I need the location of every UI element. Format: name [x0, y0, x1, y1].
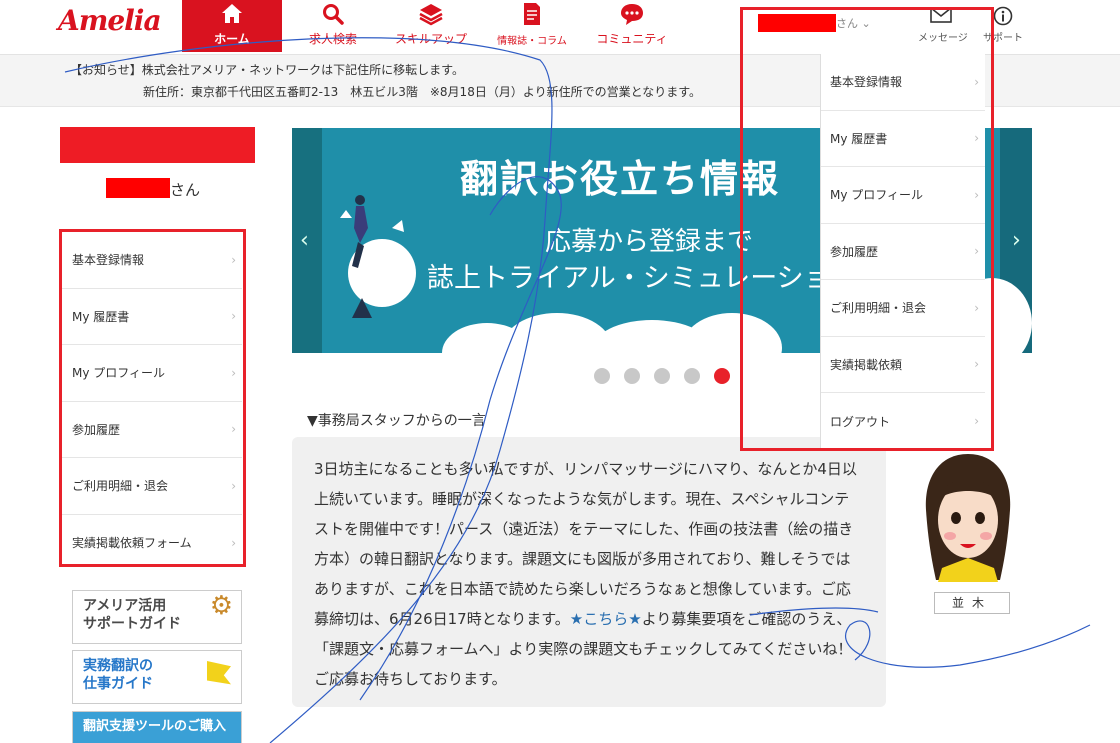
sidebar-item-label: My 履歴書	[72, 309, 130, 324]
chevron-right-icon: ›	[974, 74, 979, 89]
nav-home[interactable]: ホーム	[182, 0, 282, 52]
sidebar-item-my-profile[interactable]: My プロフィール ›	[62, 345, 242, 402]
carousel-dots	[594, 368, 730, 384]
carousel-next-button[interactable]: ›	[1012, 228, 1021, 253]
staff-avatar	[925, 454, 1011, 582]
sidebar-item-label: ご利用明細・退会	[72, 479, 169, 494]
layers-icon	[388, 2, 474, 28]
dropdown-item-label: My プロフィール	[830, 188, 924, 203]
redacted-sidebar-banner	[60, 127, 255, 163]
dropdown-item-label: 参加履歴	[830, 244, 879, 259]
staff-message-text: 3日坊主になることも多い私ですが、リンパマッサージにハマり、なんとか4日以上続い…	[314, 460, 857, 628]
nav-skillup[interactable]: スキルアップ	[388, 0, 474, 52]
sidebar-item-label: 基本登録情報	[72, 253, 145, 268]
staff-message-box: 3日坊主になることも多い私ですが、リンパマッサージにハマり、なんとか4日以上続い…	[292, 437, 886, 707]
chevron-right-icon: ›	[974, 414, 979, 429]
dropdown-item-label: 基本登録情報	[830, 75, 903, 90]
notice-line-2: 新住所：東京都千代田区五番町2-13 林五ビル3階 ※8月18日（月）より新住所…	[143, 85, 702, 99]
sidebar-item-history[interactable]: 参加履歴 ›	[62, 402, 242, 458]
banner-subtitle-1: 応募から登録まで	[545, 227, 754, 257]
dropdown-item-results[interactable]: 実績掲載依頼 ›	[821, 337, 985, 393]
chevron-right-icon: ›	[974, 300, 979, 315]
chevron-right-icon: ›	[974, 357, 979, 372]
support-guide-banner[interactable]: アメリア活用 サポートガイド ⚙	[72, 590, 242, 644]
user-menu-toggle[interactable]: さん ⌄	[836, 15, 871, 31]
chevron-right-icon: ›	[231, 309, 236, 324]
staff-name-tag: 並木	[934, 592, 1010, 614]
carousel-prev-button[interactable]: ‹	[300, 228, 309, 253]
user-suffix: さん	[836, 17, 858, 30]
climbing-figure-illustration	[340, 195, 416, 318]
sidebar-user-suffix: さん	[170, 181, 201, 199]
carousel-dot-4[interactable]	[684, 368, 700, 384]
guide-line: 翻訳支援ツールのご購入	[83, 719, 227, 734]
nav-magazine[interactable]: 情報誌・コラム	[490, 0, 574, 52]
dropdown-item-label: ご利用明細・退会	[830, 301, 927, 316]
tool-purchase-banner[interactable]: 翻訳支援ツールのご購入	[72, 711, 242, 743]
carousel-dot-2[interactable]	[624, 368, 640, 384]
dropdown-item-label: 実績掲載依頼	[830, 357, 903, 372]
dropdown-item-logout[interactable]: ログアウト ›	[821, 393, 985, 450]
contest-link[interactable]: ★こちら★	[570, 610, 642, 628]
staff-message-heading: ▼事務局スタッフからの一言	[307, 413, 486, 429]
messages-link[interactable]: メッセージ	[918, 29, 968, 44]
notice-line-1: 【お知らせ】株式会社アメリア・ネットワークは下記住所に移転します。	[70, 63, 464, 77]
sidebar-item-label: My プロフィール	[72, 366, 166, 381]
nav-job-search[interactable]: 求人検索	[296, 0, 370, 52]
banner-subtitle-2: 誌上トライアル・シミュレーション	[427, 263, 858, 294]
nav-magazine-label: 情報誌・コラム	[497, 36, 567, 47]
carousel-dot-3[interactable]	[654, 368, 670, 384]
support-link[interactable]: サポート	[983, 29, 1023, 44]
home-icon	[182, 2, 282, 28]
chevron-right-icon: ›	[231, 365, 236, 380]
chevron-right-icon: ›	[974, 187, 979, 202]
envelope-icon[interactable]	[930, 7, 952, 23]
banner-title: 翻訳お役立ち情報	[460, 157, 781, 201]
chevron-right-icon: ›	[231, 422, 236, 437]
chevron-right-icon: ›	[231, 478, 236, 493]
chevron-right-icon: ›	[231, 535, 236, 550]
sidebar-item-my-resume[interactable]: My 履歴書 ›	[62, 289, 242, 345]
job-guide-banner[interactable]: 実務翻訳の 仕事ガイド	[72, 650, 242, 704]
chevron-right-icon: ›	[231, 252, 236, 267]
chevron-right-icon: ›	[974, 244, 979, 259]
sidebar-item-basic-info[interactable]: 基本登録情報 ›	[62, 232, 242, 289]
sidebar-item-label: 参加履歴	[72, 422, 121, 437]
chevron-down-icon: ⌄	[861, 17, 871, 30]
nav-community[interactable]: コミュニティ	[590, 0, 674, 52]
redacted-sidebar-username	[106, 178, 170, 198]
sidebar-menu: 基本登録情報 › My 履歴書 › My プロフィール › 参加履歴 › ご利用明細・退…	[62, 232, 242, 571]
site-header: Amelia ホーム 求人検索 スキルアップ 情報誌・コラム コミュニティ さん…	[0, 0, 1120, 55]
document-icon	[490, 2, 574, 28]
nav-community-label: コミュニティ	[596, 32, 668, 46]
gear-icon: ⚙	[209, 591, 233, 621]
dropdown-item-basic-info[interactable]: 基本登録情報 ›	[821, 54, 985, 111]
dropdown-item-label: ログアウト	[830, 414, 891, 429]
amelia-logo[interactable]: Amelia	[58, 4, 162, 37]
chat-icon	[590, 2, 674, 28]
user-dropdown-menu: 基本登録情報 › My 履歴書 › My プロフィール › 参加履歴 › ご利用明細・退…	[820, 54, 985, 450]
info-icon[interactable]	[993, 6, 1013, 26]
nav-job-search-label: 求人検索	[308, 32, 357, 46]
nav-home-label: ホーム	[214, 32, 250, 46]
dropdown-item-my-profile[interactable]: My プロフィール ›	[821, 167, 985, 224]
dropdown-item-my-resume[interactable]: My 履歴書 ›	[821, 111, 985, 167]
carousel-dot-5[interactable]	[714, 368, 730, 384]
sidebar-item-billing[interactable]: ご利用明細・退会 ›	[62, 458, 242, 515]
dropdown-item-billing[interactable]: ご利用明細・退会 ›	[821, 280, 985, 337]
nav-skillup-label: スキルアップ	[394, 32, 467, 46]
search-icon	[296, 2, 370, 28]
chevron-right-icon: ›	[974, 131, 979, 146]
sidebar-item-results-form[interactable]: 実績掲載依頼フォーム ›	[62, 515, 242, 572]
redacted-username[interactable]	[758, 14, 836, 32]
dropdown-item-label: My 履歴書	[830, 131, 888, 146]
carousel-dot-1[interactable]	[594, 368, 610, 384]
guide-line: サポートガイド	[83, 616, 181, 632]
dropdown-item-history[interactable]: 参加履歴 ›	[821, 224, 985, 280]
sidebar-item-label: 実績掲載依頼フォーム	[72, 536, 192, 551]
